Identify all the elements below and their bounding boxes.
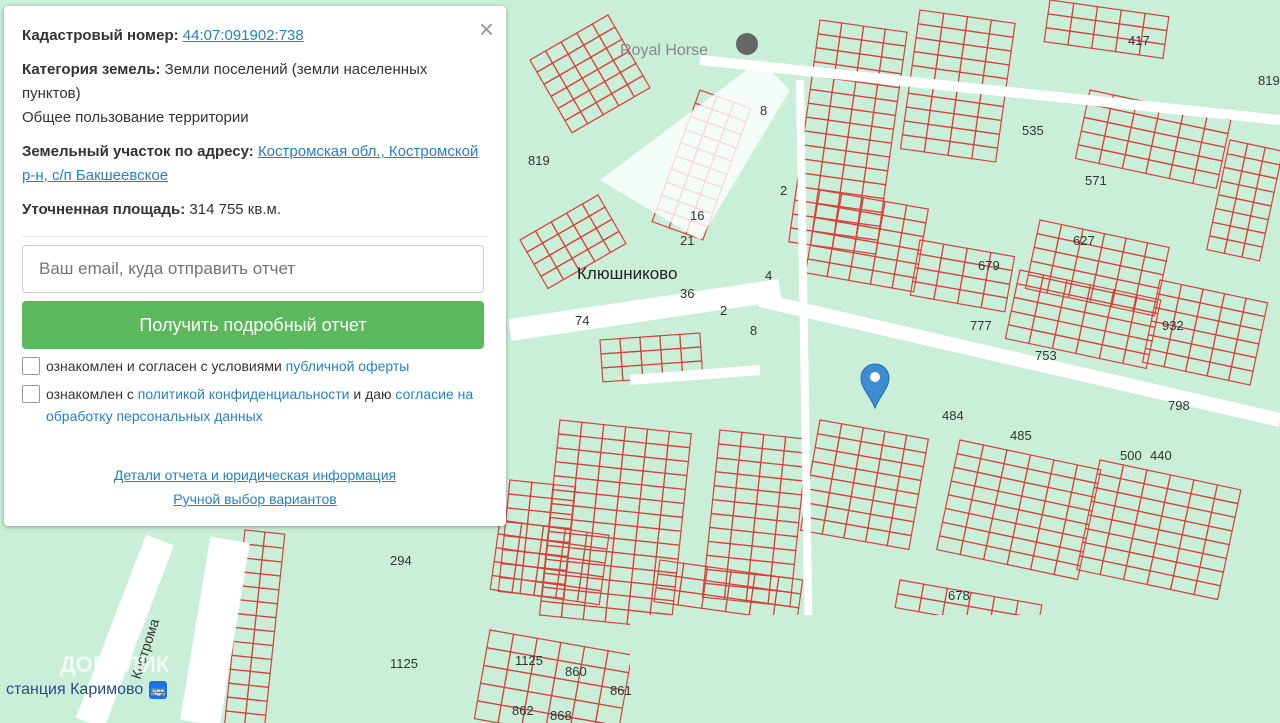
map-tile-gap <box>630 615 1280 723</box>
offer-consent-text: ознакомлен и согласен с условиями <box>46 358 286 374</box>
parcel-number-label: 294 <box>390 553 412 568</box>
parcel-number-label: 819 <box>528 153 550 168</box>
parcel-number-label: 16 <box>690 208 704 223</box>
parcel-number-label: 678 <box>948 588 970 603</box>
area-row: Уточненная площадь: 314 755 кв.м. <box>22 198 488 222</box>
parcel-number-label: 679 <box>978 258 1000 273</box>
privacy-checkbox[interactable] <box>22 385 40 403</box>
parcel-number-label: 860 <box>565 664 587 679</box>
get-report-button[interactable]: Получить подробный отчет <box>22 301 484 349</box>
parcel-number-label: 753 <box>1035 348 1057 363</box>
parcel-number-label: 627 <box>1073 233 1095 248</box>
parcel-number-label: 571 <box>1085 173 1107 188</box>
offer-checkbox[interactable] <box>22 357 40 375</box>
parcel-number-label: 862 <box>512 703 534 718</box>
privacy-consent-text2: и даю <box>349 386 396 402</box>
parcel-number-label: 1125 <box>390 656 418 671</box>
parcel-number-label: 932 <box>1162 318 1184 333</box>
parcel-number-label: 500 <box>1120 448 1142 463</box>
land-category-row: Категория земель: Земли поселений (земли… <box>22 58 488 130</box>
address-label: Земельный участок по адресу: <box>22 143 254 160</box>
parcel-number-label: 4 <box>765 268 772 283</box>
parcel-number-label: 535 <box>1022 123 1044 138</box>
offer-consent: ознакомлен и согласен с условиями публич… <box>22 355 488 377</box>
parcel-number-label: 8 <box>750 323 757 338</box>
manual-selection-link[interactable]: Ручной выбор вариантов <box>22 487 488 511</box>
land-use-value: Общее пользование территории <box>22 109 249 126</box>
parcel-number-label: 36 <box>680 286 694 301</box>
parcel-number-label: 2 <box>720 303 727 318</box>
cadastral-number-link[interactable]: 44:07:091902:738 <box>183 27 304 44</box>
offer-link[interactable]: публичной оферты <box>286 358 410 374</box>
parcel-number-label: 861 <box>610 683 632 698</box>
footer-links: Детали отчета и юридическая информация Р… <box>22 463 488 511</box>
station-name: станция Каримово <box>6 681 144 698</box>
land-category-label: Категория земель: <box>22 61 161 78</box>
bus-icon: 🚌 <box>149 681 168 699</box>
address-row: Земельный участок по адресу: Костромская… <box>22 140 488 188</box>
parcel-number-label: 8 <box>760 103 767 118</box>
parcel-number-label: 484 <box>942 408 964 423</box>
poi-pin-icon[interactable] <box>736 33 758 55</box>
station-label[interactable]: станция Каримово 🚌 <box>6 681 168 699</box>
village-label: Клюшниково <box>577 264 677 283</box>
area-label: Уточненная площадь: <box>22 201 186 218</box>
area-value: 314 755 кв.м. <box>189 201 281 218</box>
close-icon[interactable]: × <box>479 16 494 42</box>
privacy-consent: ознакомлен с политикой конфиденциальност… <box>22 383 488 427</box>
report-details-link[interactable]: Детали отчета и юридическая информация <box>22 463 488 487</box>
parcel-info-panel: × Кадастровый номер: 44:07:091902:738 Ка… <box>4 6 506 526</box>
parcel-number-label: 74 <box>575 313 589 328</box>
parcel-number-label: 485 <box>1010 428 1032 443</box>
parcel-number-label: 21 <box>680 233 694 248</box>
cadastral-number-row: Кадастровый номер: 44:07:091902:738 <box>22 24 488 48</box>
parcel-number-label: 798 <box>1168 398 1190 413</box>
parcel-number-label: 868 <box>550 708 572 723</box>
email-input[interactable] <box>22 245 484 293</box>
parcel-number-label: 440 <box>1150 448 1172 463</box>
parcel-number-label: 819 <box>1258 73 1280 88</box>
watermark: ДОМКЛИК <box>60 652 170 677</box>
cadastral-number-label: Кадастровый номер: <box>22 27 179 44</box>
divider <box>22 236 488 237</box>
parcel-number-label: 2 <box>780 183 787 198</box>
parcel-number-label: 417 <box>1128 33 1150 48</box>
poi-label[interactable]: Royal Horse <box>620 42 708 59</box>
parcel-number-label: 1125 <box>515 653 543 668</box>
parcel-number-label: 777 <box>970 318 992 333</box>
privacy-policy-link[interactable]: политикой конфиденциальности <box>138 386 350 402</box>
privacy-consent-text: ознакомлен с <box>46 386 138 402</box>
